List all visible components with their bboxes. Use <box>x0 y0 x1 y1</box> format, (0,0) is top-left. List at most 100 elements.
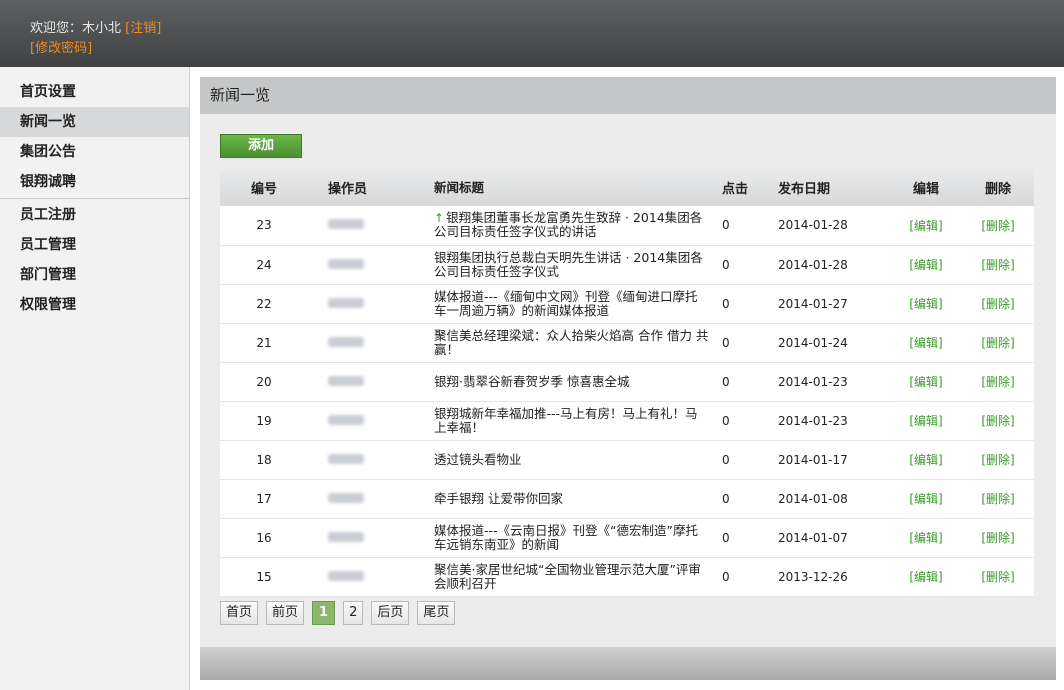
row-operator <box>308 284 434 324</box>
row-edit-link[interactable]: [编辑] <box>890 401 962 441</box>
row-edit-link[interactable]: [编辑] <box>890 284 962 324</box>
row-operator <box>308 362 434 402</box>
row-title-cell: 银翔城新年幸福加推---马上有房！马上有礼！马上幸福！ <box>434 401 718 441</box>
row-date: 2014-01-28 <box>774 245 890 285</box>
row-edit-link[interactable]: [编辑] <box>890 518 962 558</box>
news-table: 编号 操作员 新闻标题 点击 发布日期 编辑 删除 23 ↑ 银翔集团董事长龙富勇先… <box>220 169 1034 597</box>
row-edit-link[interactable]: [编辑] <box>890 323 962 363</box>
operator-redacted <box>328 492 364 503</box>
row-clicks: 0 <box>718 362 774 402</box>
row-title[interactable]: 银翔集团执行总裁白天明先生讲话 · 2014集团各公司目标责任签字仪式 <box>434 250 703 279</box>
table-row: 19 银翔城新年幸福加推---马上有房！马上有礼！马上幸福！ 0 2014-01-23… <box>220 401 1034 441</box>
welcome-text: 欢迎您：木小北 [注销] <box>30 17 161 36</box>
col-header-operator: 操作员 <box>328 182 368 197</box>
row-title-cell: 银翔集团执行总裁白天明先生讲话 · 2014集团各公司目标责任签字仪式 <box>434 245 718 285</box>
table-row: 23 ↑ 银翔集团董事长龙富勇先生致辞 · 2014集团各公司目标责任签字仪式的讲话… <box>220 206 1034 246</box>
row-delete-link[interactable]: [删除] <box>962 284 1034 324</box>
row-id: 16 <box>220 518 308 558</box>
row-delete-link[interactable]: [删除] <box>962 401 1034 441</box>
row-delete-link[interactable]: [删除] <box>962 479 1034 519</box>
row-operator <box>308 557 434 597</box>
operator-redacted <box>328 258 364 269</box>
row-operator <box>308 479 434 519</box>
top-header: 欢迎您：木小北 [注销] [修改密码] <box>0 0 1064 67</box>
pager-last[interactable]: 尾页 <box>417 601 456 625</box>
row-edit-link[interactable]: [编辑] <box>890 557 962 597</box>
sidebar-item-recruitment[interactable]: 银翔诚聘 <box>0 167 189 197</box>
row-delete-link[interactable]: [删除] <box>962 362 1034 402</box>
row-title[interactable]: 牵手银翔 让爱带你回家 <box>434 491 563 506</box>
pager-prev[interactable]: 前页 <box>266 601 305 625</box>
sidebar-item-group-announcements[interactable]: 集团公告 <box>0 137 189 167</box>
col-header-title: 新闻标题 <box>434 179 485 195</box>
row-title-cell: 银翔·翡翠谷新春贺岁季 惊喜惠全城 <box>434 362 718 402</box>
sidebar-divider <box>0 198 189 199</box>
row-clicks: 0 <box>718 284 774 324</box>
col-header-edit: 编辑 <box>912 182 939 197</box>
main-panel: 新闻一览 添加 编号 操作员 新闻标题 点击 发布日期 编辑 删除 23 ↑ 银翔集… <box>200 77 1056 680</box>
row-date: 2014-01-24 <box>774 323 890 363</box>
row-date: 2014-01-28 <box>774 206 890 246</box>
row-title[interactable]: 银翔集团董事长龙富勇先生致辞 · 2014集团各公司目标责任签字仪式的讲话 <box>434 210 702 239</box>
row-date: 2014-01-17 <box>774 440 890 480</box>
row-id: 15 <box>220 557 308 597</box>
row-operator <box>308 401 434 441</box>
table-body: 23 ↑ 银翔集团董事长龙富勇先生致辞 · 2014集团各公司目标责任签字仪式的讲话… <box>220 206 1034 597</box>
col-header-id: 编号 <box>250 182 277 197</box>
pager-page-1[interactable]: 1 <box>312 601 336 625</box>
row-id: 21 <box>220 323 308 363</box>
pager-first[interactable]: 首页 <box>220 601 259 625</box>
pinned-up-arrow-icon: ↑ <box>434 211 445 226</box>
pagination: 首页 前页 1 2 后页 尾页 <box>220 601 456 625</box>
row-title[interactable]: 银翔城新年幸福加推---马上有房！马上有礼！马上幸福！ <box>434 406 698 435</box>
row-title-cell: 透过镜头看物业 <box>434 440 718 480</box>
row-title[interactable]: 银翔·翡翠谷新春贺岁季 惊喜惠全城 <box>434 374 629 389</box>
row-delete-link[interactable]: [删除] <box>962 518 1034 558</box>
table-row: 18 透过镜头看物业 0 2014-01-17 [编辑] [删除] <box>220 440 1034 480</box>
row-id: 23 <box>220 206 308 246</box>
sidebar-item-department-manage[interactable]: 部门管理 <box>0 260 189 290</box>
row-delete-link[interactable]: [删除] <box>962 206 1034 246</box>
row-date: 2013-12-26 <box>774 557 890 597</box>
row-delete-link[interactable]: [删除] <box>962 557 1034 597</box>
row-edit-link[interactable]: [编辑] <box>890 362 962 402</box>
row-title[interactable]: 媒体报道---《云南日报》刊登《“德宏制造”摩托车远销东南亚》的新闻 <box>434 523 698 552</box>
row-delete-link[interactable]: [删除] <box>962 245 1034 285</box>
row-operator <box>308 323 434 363</box>
row-delete-link[interactable]: [删除] <box>962 440 1034 480</box>
row-operator <box>308 518 434 558</box>
sidebar: 首页设置 新闻一览 集团公告 银翔诚聘 员工注册 员工管理 部门管理 权限管理 <box>0 67 190 690</box>
row-date: 2014-01-08 <box>774 479 890 519</box>
username: 木小北 <box>82 21 122 36</box>
sidebar-item-home-settings[interactable]: 首页设置 <box>0 77 189 107</box>
table-row: 15 聚信美·家居世纪城“全国物业管理示范大厦”评审会顺利召开 0 2013-12-2… <box>220 557 1034 597</box>
add-button[interactable]: 添加 <box>220 134 302 158</box>
row-title[interactable]: 聚信美·家居世纪城“全国物业管理示范大厦”评审会顺利召开 <box>434 562 701 591</box>
row-id: 17 <box>220 479 308 519</box>
table-row: 16 媒体报道---《云南日报》刊登《“德宏制造”摩托车远销东南亚》的新闻 0 201… <box>220 518 1034 558</box>
row-clicks: 0 <box>718 557 774 597</box>
sidebar-item-employee-manage[interactable]: 员工管理 <box>0 230 189 260</box>
table-row: 22 媒体报道---《缅甸中文网》刊登《缅甸进口摩托车一周逾万辆》的新闻媒体报道 0… <box>220 284 1034 324</box>
sidebar-item-employee-register[interactable]: 员工注册 <box>0 200 189 230</box>
row-title[interactable]: 聚信美总经理梁斌：众人拾柴火焰高 合作 借力 共赢！ <box>434 328 708 357</box>
row-clicks: 0 <box>718 518 774 558</box>
welcome-label: 欢迎您： <box>30 21 83 36</box>
row-delete-link[interactable]: [删除] <box>962 323 1034 363</box>
change-password-link[interactable]: [修改密码] <box>30 41 92 56</box>
row-edit-link[interactable]: [编辑] <box>890 245 962 285</box>
row-title[interactable]: 媒体报道---《缅甸中文网》刊登《缅甸进口摩托车一周逾万辆》的新闻媒体报道 <box>434 289 698 318</box>
row-edit-link[interactable]: [编辑] <box>890 479 962 519</box>
pager-next[interactable]: 后页 <box>371 601 410 625</box>
row-edit-link[interactable]: [编辑] <box>890 440 962 480</box>
sidebar-item-permission-manage[interactable]: 权限管理 <box>0 290 189 320</box>
pager-page-2[interactable]: 2 <box>343 601 364 625</box>
row-edit-link[interactable]: [编辑] <box>890 206 962 246</box>
row-clicks: 0 <box>718 323 774 363</box>
logout-link[interactable]: [注销] <box>125 21 161 36</box>
sidebar-item-news-list[interactable]: 新闻一览 <box>0 107 189 137</box>
operator-redacted <box>328 453 364 464</box>
row-title[interactable]: 透过镜头看物业 <box>434 452 522 467</box>
row-date: 2014-01-27 <box>774 284 890 324</box>
table-row: 21 聚信美总经理梁斌：众人拾柴火焰高 合作 借力 共赢！ 0 2014-01-24[… <box>220 323 1034 363</box>
